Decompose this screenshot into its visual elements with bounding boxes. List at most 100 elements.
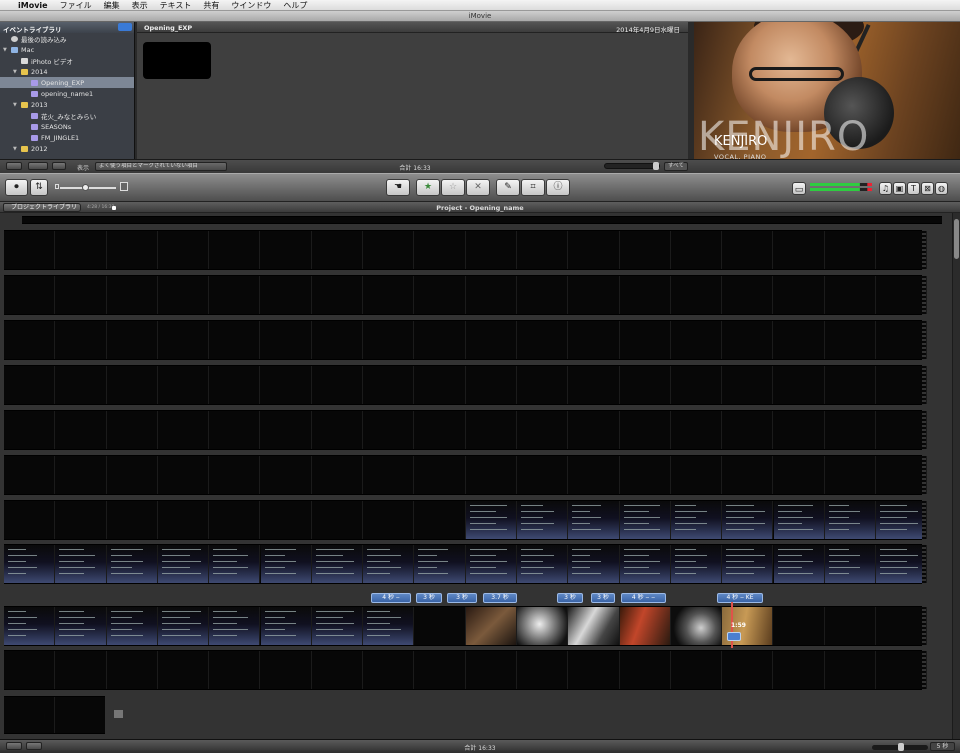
photo-clip-frame[interactable] bbox=[465, 607, 517, 645]
video-clip-frame[interactable] bbox=[363, 366, 415, 404]
video-clip-frame[interactable] bbox=[825, 607, 877, 645]
video-clip-frame[interactable] bbox=[261, 231, 312, 269]
menu-app[interactable]: iMovie bbox=[18, 1, 48, 10]
title-clip-frame[interactable] bbox=[465, 501, 517, 539]
video-clip-frame[interactable] bbox=[414, 276, 466, 314]
event-library-item[interactable]: opening_name1 bbox=[0, 88, 134, 99]
video-clip-frame[interactable] bbox=[620, 276, 671, 314]
video-clip-frame[interactable] bbox=[4, 231, 56, 269]
video-clip-frame[interactable] bbox=[4, 276, 56, 314]
video-clip-frame[interactable] bbox=[4, 366, 56, 404]
disclosure-triangle-icon[interactable]: ▼ bbox=[13, 69, 19, 75]
video-clip-frame[interactable] bbox=[55, 456, 107, 494]
video-clip-frame[interactable] bbox=[466, 321, 517, 359]
video-clip-frame[interactable] bbox=[722, 456, 774, 494]
disclosure-triangle-icon[interactable]: ▼ bbox=[13, 146, 19, 152]
video-clip-frame[interactable] bbox=[876, 276, 928, 314]
video-clip-frame[interactable] bbox=[517, 276, 569, 314]
video-clip-frame[interactable] bbox=[620, 651, 671, 689]
video-clip-frame[interactable] bbox=[107, 411, 158, 449]
video-clip-frame[interactable] bbox=[876, 411, 928, 449]
video-clip-frame[interactable] bbox=[158, 651, 210, 689]
video-clip-frame[interactable] bbox=[568, 231, 620, 269]
event-library-item[interactable]: Opening_EXP bbox=[0, 77, 134, 88]
clip-settings-icon[interactable] bbox=[727, 632, 741, 641]
video-clip-frame[interactable] bbox=[4, 456, 56, 494]
title-clip-frame[interactable] bbox=[4, 545, 56, 583]
video-clip-frame[interactable] bbox=[312, 651, 364, 689]
filmstrip-row-last[interactable] bbox=[4, 696, 105, 734]
video-clip-frame[interactable] bbox=[568, 321, 620, 359]
title-clip-frame[interactable] bbox=[876, 545, 928, 583]
scrollbar-thumb[interactable] bbox=[954, 219, 959, 259]
video-clip-frame[interactable] bbox=[414, 607, 466, 645]
photo-clip-frame[interactable] bbox=[619, 607, 671, 645]
timeline-zoom-knob[interactable] bbox=[898, 743, 904, 751]
video-clip-frame[interactable] bbox=[4, 651, 56, 689]
video-clip-frame[interactable] bbox=[158, 456, 210, 494]
title-clip-frame[interactable] bbox=[568, 545, 620, 583]
video-clip-frame[interactable] bbox=[774, 651, 825, 689]
title-clip-frame[interactable] bbox=[517, 501, 569, 539]
filmstrip-row[interactable] bbox=[4, 275, 928, 315]
video-clip-frame[interactable] bbox=[517, 321, 569, 359]
video-clip-frame[interactable] bbox=[466, 411, 517, 449]
title-clip-frame[interactable] bbox=[824, 501, 877, 539]
video-clip-frame[interactable] bbox=[825, 231, 877, 269]
title-clip-frame[interactable] bbox=[722, 545, 774, 583]
video-clip-frame[interactable] bbox=[312, 411, 364, 449]
video-clip-frame[interactable] bbox=[671, 231, 723, 269]
video-clip-frame[interactable] bbox=[876, 651, 928, 689]
video-clip-frame[interactable] bbox=[414, 456, 466, 494]
menu-text[interactable]: テキスト bbox=[160, 0, 192, 11]
video-clip-frame[interactable] bbox=[414, 321, 466, 359]
video-clip-frame[interactable] bbox=[209, 411, 261, 449]
title-clip-frame[interactable] bbox=[55, 545, 107, 583]
video-clip-frame[interactable] bbox=[55, 321, 107, 359]
show-all-button[interactable]: すべて bbox=[664, 162, 688, 171]
clip-duration-label[interactable]: 4 秒 ‒ bbox=[371, 593, 411, 603]
title-clip-frame[interactable] bbox=[568, 501, 620, 539]
clip-duration-label[interactable]: 4 秒 ‒ KE bbox=[717, 593, 763, 603]
clip-duration-label[interactable]: 3.7 秒 bbox=[483, 593, 517, 603]
video-clip-frame[interactable] bbox=[261, 456, 312, 494]
video-clip-frame[interactable] bbox=[466, 456, 517, 494]
video-clip-frame[interactable] bbox=[825, 411, 877, 449]
video-clip-frame[interactable] bbox=[774, 321, 825, 359]
video-clip-frame[interactable] bbox=[107, 366, 158, 404]
timeline-scrollbar[interactable] bbox=[952, 213, 960, 739]
video-clip-frame[interactable] bbox=[158, 501, 210, 539]
title-clip-frame[interactable] bbox=[619, 501, 671, 539]
voiceover-button[interactable]: ▭ bbox=[792, 182, 806, 195]
title-clip-frame[interactable] bbox=[670, 501, 723, 539]
disclosure-triangle-icon[interactable]: ▼ bbox=[13, 102, 19, 108]
video-clip-frame[interactable] bbox=[466, 276, 517, 314]
video-clip-frame[interactable] bbox=[466, 366, 517, 404]
video-clip-frame[interactable] bbox=[568, 366, 620, 404]
video-clip-frame[interactable] bbox=[4, 411, 56, 449]
info-button[interactable]: ⓘ bbox=[546, 179, 570, 196]
event-library-item[interactable]: iPhoto ビデオ bbox=[0, 55, 134, 66]
project-timeline[interactable] bbox=[0, 213, 952, 739]
menu-edit[interactable]: 編集 bbox=[104, 0, 120, 11]
title-clip-frame[interactable] bbox=[824, 545, 877, 583]
event-library-item[interactable]: ▼ Mac bbox=[0, 44, 134, 55]
map-button[interactable]: ◍ bbox=[935, 182, 948, 195]
title-clip-frame[interactable] bbox=[619, 545, 671, 583]
thumbnail-size-slider[interactable] bbox=[60, 184, 116, 191]
video-clip-frame[interactable] bbox=[363, 411, 415, 449]
event-list-toggle-button[interactable] bbox=[6, 162, 22, 170]
title-clip-frame[interactable] bbox=[363, 607, 415, 645]
video-clip-frame[interactable] bbox=[55, 501, 107, 539]
video-clip-frame[interactable] bbox=[620, 231, 671, 269]
event-library-item[interactable]: 花火_みなとみらい bbox=[0, 110, 134, 121]
clip-length-display[interactable]: 5 秒 bbox=[930, 742, 955, 751]
title-clip-frame[interactable] bbox=[876, 501, 928, 539]
title-clip-frame[interactable] bbox=[414, 545, 466, 583]
video-clip-frame[interactable] bbox=[774, 411, 825, 449]
video-clip-frame[interactable] bbox=[466, 651, 517, 689]
video-clip-frame[interactable] bbox=[363, 456, 415, 494]
clip-duration-label[interactable]: 3 秒 bbox=[447, 593, 477, 603]
menu-view[interactable]: 表示 bbox=[132, 0, 148, 11]
video-clip-frame[interactable] bbox=[825, 366, 877, 404]
